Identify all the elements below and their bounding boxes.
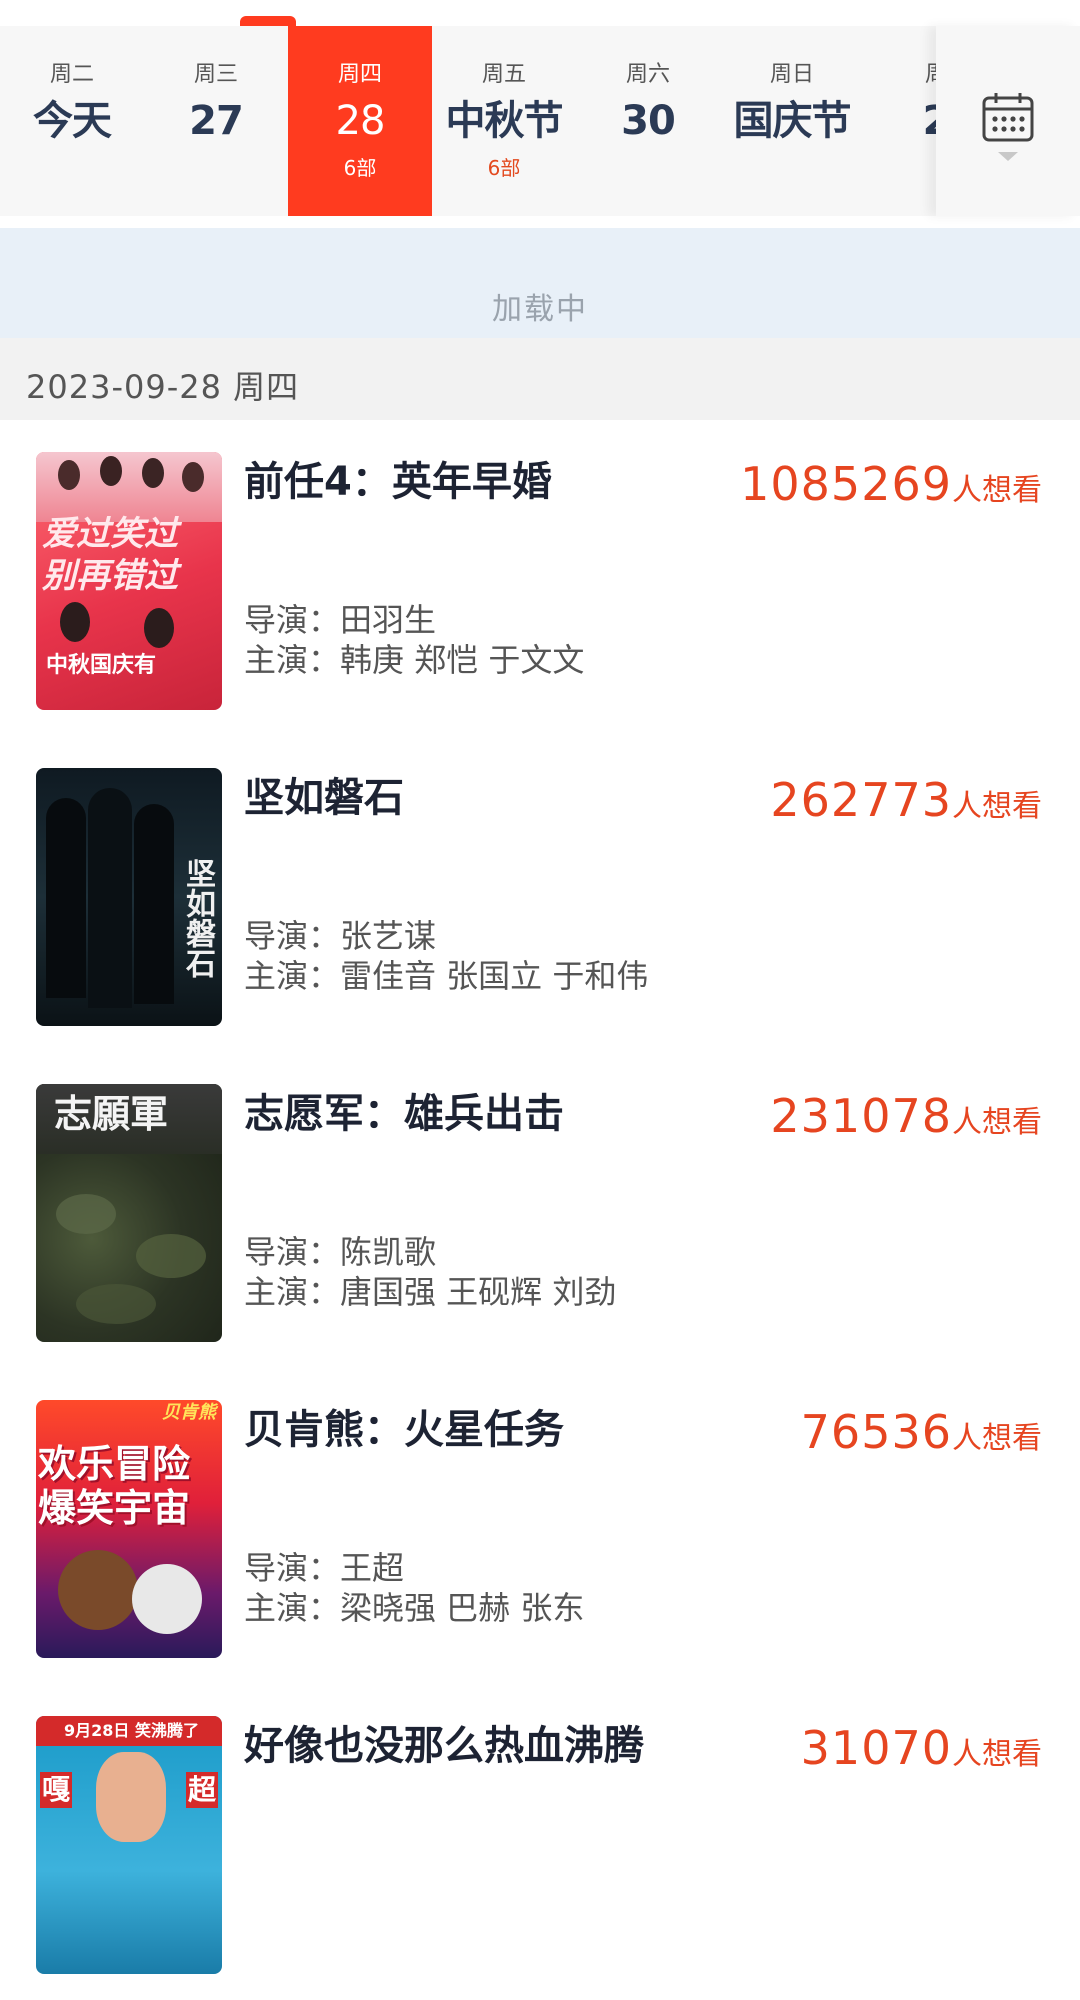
movie-item[interactable]: 爱过笑过 别再错过 中秋国庆有 前任4：英年早婚 1085269人想看 导演：田… — [0, 420, 1080, 736]
movie-director: 导演：张艺谋 — [244, 917, 437, 955]
movie-poster[interactable]: 志願軍 — [36, 1084, 222, 1342]
movie-poster[interactable]: 贝肯熊 欢乐冒险 爆笑宇宙 — [36, 1400, 222, 1658]
date-day: 国庆节 — [733, 98, 852, 144]
date-scroll-area[interactable]: 周二 今天 周三 27 周四 28 6部 周五 中秋节 6部 周六 30 周日 … — [0, 26, 936, 216]
want-count-suffix: 人想看 — [952, 473, 1042, 508]
calendar-icon — [982, 93, 1034, 142]
want-to-see-count: 31070人想看 — [801, 1722, 1042, 1785]
poster-text: 9月28日 笑沸腾了 — [64, 1721, 199, 1740]
movie-director: 导演：田羽生 — [244, 601, 437, 639]
loading-text: 加载中 — [492, 292, 588, 327]
movie-item[interactable]: 志願軍 志愿军：雄兵出击 231078人想看 导演：陈凯歌 主演：唐国强 王砚辉… — [0, 1052, 1080, 1368]
poster-text: 嘎 — [40, 1772, 73, 1808]
want-count-number: 1085269 — [740, 457, 952, 511]
poster-text: 志願軍 — [54, 1092, 169, 1136]
date-weekday: 周六 — [625, 62, 670, 87]
movie-title[interactable]: 坚如磐石 — [244, 774, 404, 822]
want-count-suffix: 人想看 — [952, 1737, 1042, 1772]
movie-poster[interactable]: 9月28日 笑沸腾了 嘎 超 — [36, 1716, 222, 1974]
movie-cast: 主演：韩庚 郑恺 于文文 — [244, 641, 585, 679]
movie-title[interactable]: 贝肯熊：火星任务 — [244, 1406, 564, 1454]
date-weekday: 周四 — [337, 62, 382, 87]
date-day: 30 — [621, 98, 676, 144]
loading-banner: 加载中 — [0, 228, 1080, 338]
caret-down-icon — [998, 152, 1018, 161]
date-day: 2 — [864, 98, 936, 144]
calendar-button[interactable] — [936, 26, 1080, 216]
movie-cast: 主演：唐国强 王砚辉 刘劲 — [244, 1273, 617, 1311]
want-count-number: 76536 — [800, 1405, 952, 1459]
date-weekday: 周二 — [49, 62, 94, 87]
date-item-30[interactable]: 周六 30 — [576, 26, 720, 216]
date-weekday: 周三 — [193, 62, 238, 87]
want-count-suffix: 人想看 — [952, 1105, 1042, 1140]
date-item-today[interactable]: 周二 今天 — [0, 26, 144, 216]
date-day: 27 — [189, 98, 244, 144]
date-day: 28 — [335, 98, 386, 144]
poster-text: 贝肯熊 — [162, 1402, 216, 1423]
date-weekday: 周五 — [481, 62, 526, 87]
date-header-text: 2023-09-28 周四 — [26, 368, 300, 406]
poster-text: 坚如磐石 — [180, 858, 215, 978]
movie-item[interactable]: 贝肯熊 欢乐冒险 爆笑宇宙 贝肯熊：火星任务 76536人想看 导演：王超 主演… — [0, 1368, 1080, 1684]
poster-text: 中秋国庆有 — [46, 653, 157, 678]
poster-text: 超 — [185, 1772, 218, 1808]
want-count-suffix: 人想看 — [952, 1421, 1042, 1456]
want-to-see-count: 1085269人想看 — [740, 458, 1042, 521]
date-item-28-selected[interactable]: 周四 28 6部 — [288, 26, 432, 216]
poster-text: 爆笑宇宙 — [38, 1486, 191, 1530]
poster-text: 别再错过 — [42, 556, 178, 596]
date-day: 中秋节 — [445, 98, 564, 144]
movie-title[interactable]: 志愿军：雄兵出击 — [244, 1090, 564, 1138]
date-count: 6部 — [343, 156, 377, 180]
date-weekday: 周日 — [769, 62, 814, 87]
poster-text: 爱过笑过 — [42, 514, 178, 554]
want-count-number: 31070 — [800, 1721, 952, 1775]
date-count: 6部 — [487, 156, 521, 180]
date-item-mid-autumn[interactable]: 周五 中秋节 6部 — [432, 26, 576, 216]
active-tab-indicator — [240, 16, 296, 26]
want-to-see-count: 262773人想看 — [770, 774, 1042, 837]
movie-item[interactable]: 9月28日 笑沸腾了 嘎 超 好像也没那么热血沸腾 31070人想看 — [0, 1684, 1080, 2000]
movie-cast: 主演：梁晓强 巴赫 张东 — [244, 1589, 585, 1627]
movie-poster[interactable]: 爱过笑过 别再错过 中秋国庆有 — [36, 452, 222, 710]
date-selector: 周二 今天 周三 27 周四 28 6部 周五 中秋节 6部 周六 30 周日 … — [0, 26, 1080, 216]
movie-director: 导演：陈凯歌 — [244, 1233, 437, 1271]
want-to-see-count: 231078人想看 — [770, 1090, 1042, 1153]
date-section-header: 2023-09-28 周四 — [0, 338, 1080, 420]
movie-director: 导演：王超 — [244, 1549, 405, 1587]
want-count-number: 231078 — [770, 1089, 952, 1143]
date-day: 今天 — [33, 98, 112, 144]
date-item-partial[interactable]: 周 2 — [864, 26, 936, 216]
movie-item[interactable]: 坚如磐石 坚如磐石 262773人想看 导演：张艺谋 主演：雷佳音 张国立 于和… — [0, 736, 1080, 1052]
movie-title[interactable]: 好像也没那么热血沸腾 — [244, 1722, 644, 1770]
want-count-suffix: 人想看 — [952, 789, 1042, 824]
want-count-number: 262773 — [770, 773, 952, 827]
movie-title[interactable]: 前任4：英年早婚 — [244, 458, 552, 506]
date-weekday: 周 — [924, 62, 936, 87]
movie-poster[interactable]: 坚如磐石 — [36, 768, 222, 1026]
date-item-national-day[interactable]: 周日 国庆节 — [720, 26, 864, 216]
movie-cast: 主演：雷佳音 张国立 于和伟 — [244, 957, 649, 995]
poster-text: 欢乐冒险 — [38, 1442, 191, 1486]
date-item-27[interactable]: 周三 27 — [144, 26, 288, 216]
top-tab-bar — [0, 0, 1080, 28]
want-to-see-count: 76536人想看 — [801, 1406, 1042, 1469]
